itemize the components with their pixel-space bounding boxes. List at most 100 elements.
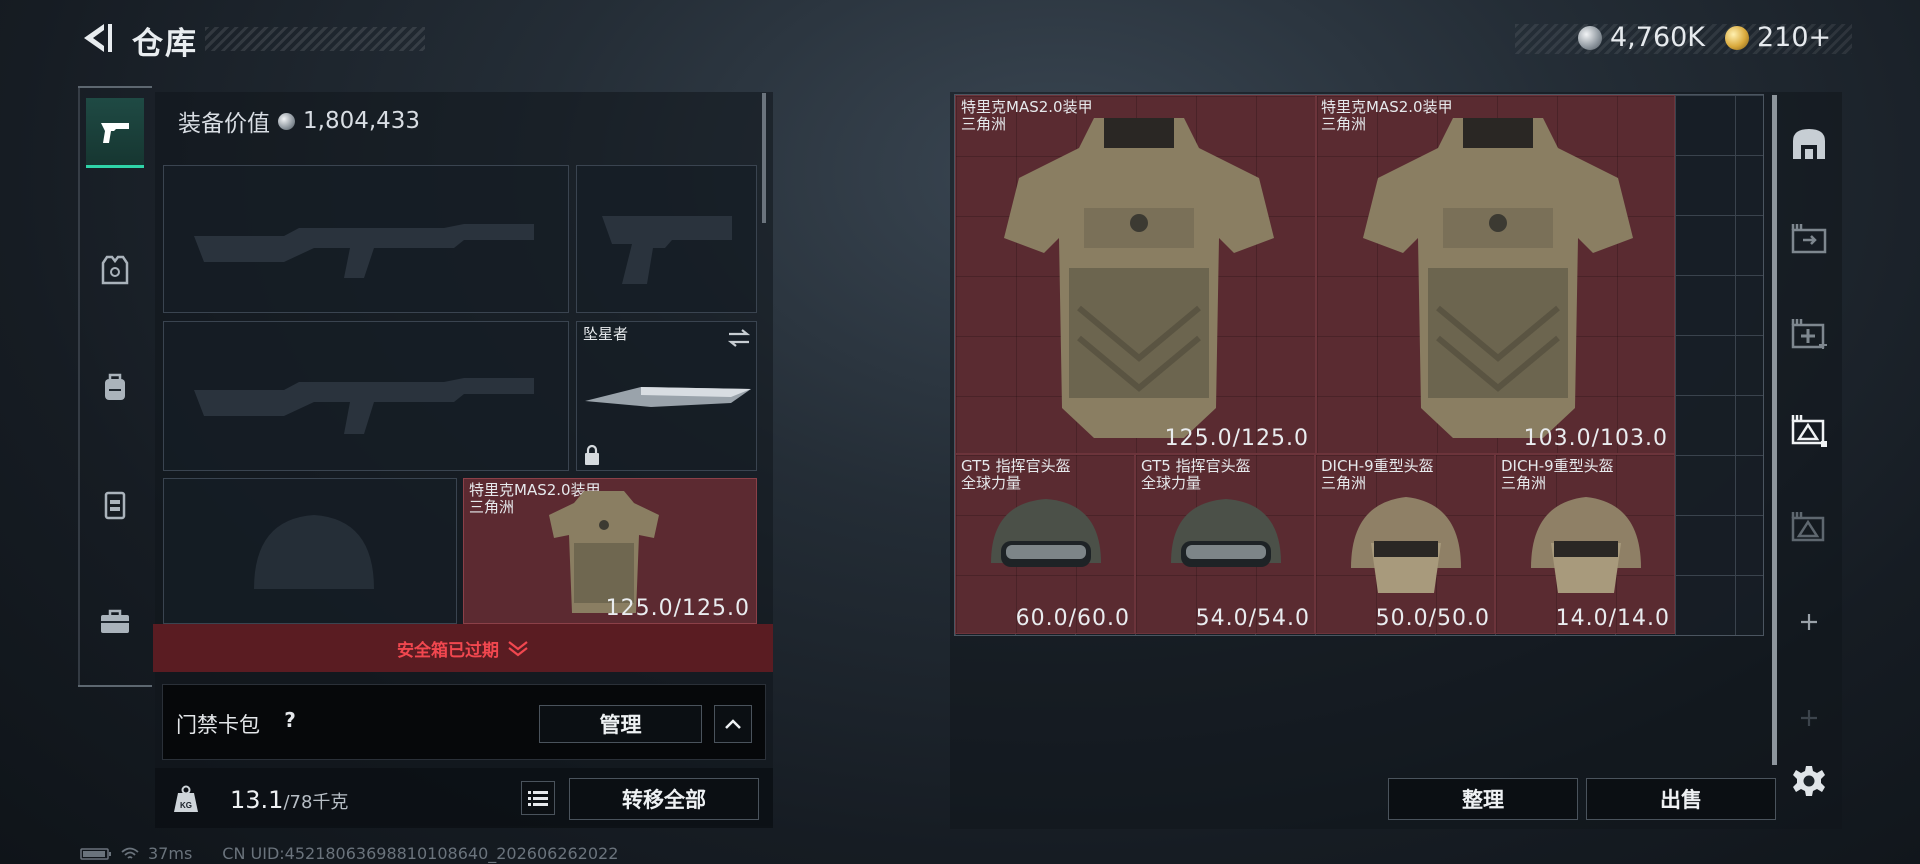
helmet-image [1351, 497, 1461, 593]
settings-button[interactable] [1778, 746, 1840, 816]
stash-item-helmet[interactable]: DICH-9重型头盔 三角洲 14.0/14.0 [1495, 454, 1675, 634]
silver-coin-icon [278, 112, 295, 130]
sell-button[interactable]: 出售 [1586, 778, 1776, 820]
stash-item-armor[interactable]: 特里克MAS2.0装甲 三角洲 103.0/103.0 [1316, 95, 1675, 454]
rifle-silhouette-icon [194, 224, 534, 278]
stash-warning-icon [1791, 415, 1827, 447]
armor-vest-image [1004, 118, 1274, 438]
rail-stash-warning-active[interactable] [1778, 395, 1840, 465]
list-icon [528, 791, 548, 806]
uid-text: CN UID:4521806369881010864​0_20260626202… [222, 844, 619, 863]
expand-button[interactable] [714, 705, 752, 743]
pistol-silhouette-icon [602, 216, 732, 284]
currency-gold-value: 210+ [1757, 22, 1832, 53]
weight-icon-box: KG [160, 775, 212, 823]
list-view-button[interactable] [521, 781, 555, 815]
rifle-silhouette-icon [194, 378, 534, 434]
chest-rig-icon [104, 491, 126, 520]
primary-weapon-slot[interactable] [163, 165, 569, 313]
currency-gold[interactable]: 210+ [1725, 22, 1831, 53]
rail-tab-chest-rig[interactable] [86, 470, 144, 540]
weight-capacity: /78千克 [283, 792, 349, 813]
stash-transfer-icon [1791, 224, 1827, 254]
equipment-value-amount: 1,804,433 [303, 108, 421, 134]
weight-value: 13.1 [230, 786, 284, 814]
rail-divider-vertical [78, 86, 80, 686]
rail-tab-weapons[interactable] [86, 98, 144, 168]
rail-tab-backpack[interactable] [86, 352, 144, 422]
rail-stash-transfer[interactable] [1778, 203, 1840, 273]
stash-scrollbar[interactable] [1772, 95, 1777, 765]
rail-add-button-disabled [1778, 683, 1840, 753]
rail-safehouse[interactable] [1778, 108, 1840, 178]
transfer-all-button[interactable]: 转移全部 [569, 778, 759, 820]
melee-slot[interactable]: 坠星者 [576, 321, 757, 471]
stash-item-helmet[interactable]: GT5 指挥官头盔 全球力量 60.0/60.0 [955, 454, 1135, 634]
swap-icon[interactable] [727, 327, 751, 349]
item-name: DICH-9重型头盔 [1501, 457, 1614, 475]
helmet-image [991, 499, 1101, 567]
item-name: DICH-9重型头盔 [1321, 457, 1434, 475]
weight-readout: 13.1/78千克 [230, 786, 348, 814]
equipment-value: 装备价值 1,804,433 [178, 104, 420, 138]
gold-coin-icon [1725, 25, 1749, 50]
armor-vest-icon [101, 255, 129, 285]
silver-coin-icon [1578, 25, 1602, 50]
rail-add-stash[interactable] [1778, 298, 1840, 368]
rail-tab-armor[interactable] [86, 235, 144, 305]
secondary-weapon-slot[interactable] [163, 321, 569, 471]
item-durability: 60.0/60.0 [1015, 606, 1130, 631]
item-name: GT5 指挥官头盔 [961, 457, 1071, 475]
add-stash-icon [1791, 319, 1827, 349]
plus-dim-icon [1801, 710, 1817, 726]
melee-name: 坠星者 [583, 325, 629, 343]
rail-divider-top [78, 86, 152, 88]
sort-button[interactable]: 整理 [1388, 778, 1578, 820]
item-durability: 103.0/103.0 [1523, 426, 1668, 451]
weight-kg-label: KG [180, 801, 192, 810]
sidearm-slot[interactable] [576, 165, 757, 313]
stash-warning-dim-icon [1791, 512, 1825, 542]
item-durability: 54.0/54.0 [1195, 606, 1310, 631]
rail-divider-bottom [78, 685, 152, 687]
helmet-image [1531, 497, 1641, 593]
chevron-down-double-icon [508, 641, 528, 657]
helmet-silhouette-icon [254, 515, 374, 589]
chevron-up-icon [725, 719, 741, 729]
helmet-slot[interactable] [163, 478, 457, 624]
weight-kg-icon: KG [174, 785, 198, 812]
pistol-icon [101, 122, 129, 143]
rail-add-button[interactable] [1778, 587, 1840, 657]
equipment-value-label: 装备价值 [178, 111, 270, 137]
keycard-label: 门禁卡包 [176, 713, 260, 737]
currency-silver-value: 4,760K [1610, 22, 1706, 53]
toolbox-icon [101, 609, 129, 633]
equipment-scrollbar[interactable] [762, 93, 766, 223]
rail-stash-warning[interactable] [1778, 492, 1840, 562]
ping-text: 37ms [148, 844, 193, 863]
stash-item-armor[interactable]: 特里克MAS2.0装甲 三角洲 125.0/125.0 [955, 95, 1316, 454]
stash-item-helmet[interactable]: GT5 指挥官头盔 全球力量 54.0/54.0 [1135, 454, 1315, 634]
safebox-expired-text: 安全箱已过期 [397, 640, 499, 661]
rail-tab-toolbox[interactable] [86, 586, 144, 656]
armor-vest-image [1363, 118, 1633, 438]
manage-button[interactable]: 管理 [539, 705, 702, 743]
stash-item-helmet[interactable]: DICH-9重型头盔 三角洲 50.0/50.0 [1315, 454, 1495, 634]
status-line: 37ms CN UID:4521806369881010864​0_202606… [80, 844, 618, 863]
page-title: 仓库 [132, 26, 198, 62]
item-durability: 50.0/50.0 [1375, 606, 1490, 631]
knife-image [585, 387, 751, 407]
currency-silver[interactable]: 4,760K [1578, 22, 1705, 53]
wifi-icon [121, 847, 139, 859]
battery-icon [80, 847, 111, 860]
gear-icon [1793, 766, 1825, 796]
body-armor-slot[interactable]: 特里克MAS2.0装甲 三角洲 125.0/125.0 [463, 478, 757, 624]
lock-icon [585, 444, 599, 465]
back-button[interactable] [78, 20, 114, 56]
safebox-expired-banner[interactable]: 安全箱已过期 [153, 624, 773, 672]
help-icon[interactable]: ? [276, 708, 304, 736]
armor-slot-source: 三角洲 [469, 498, 515, 516]
safehouse-icon [1793, 129, 1825, 159]
item-durability: 125.0/125.0 [1164, 426, 1309, 451]
item-name: GT5 指挥官头盔 [1141, 457, 1251, 475]
